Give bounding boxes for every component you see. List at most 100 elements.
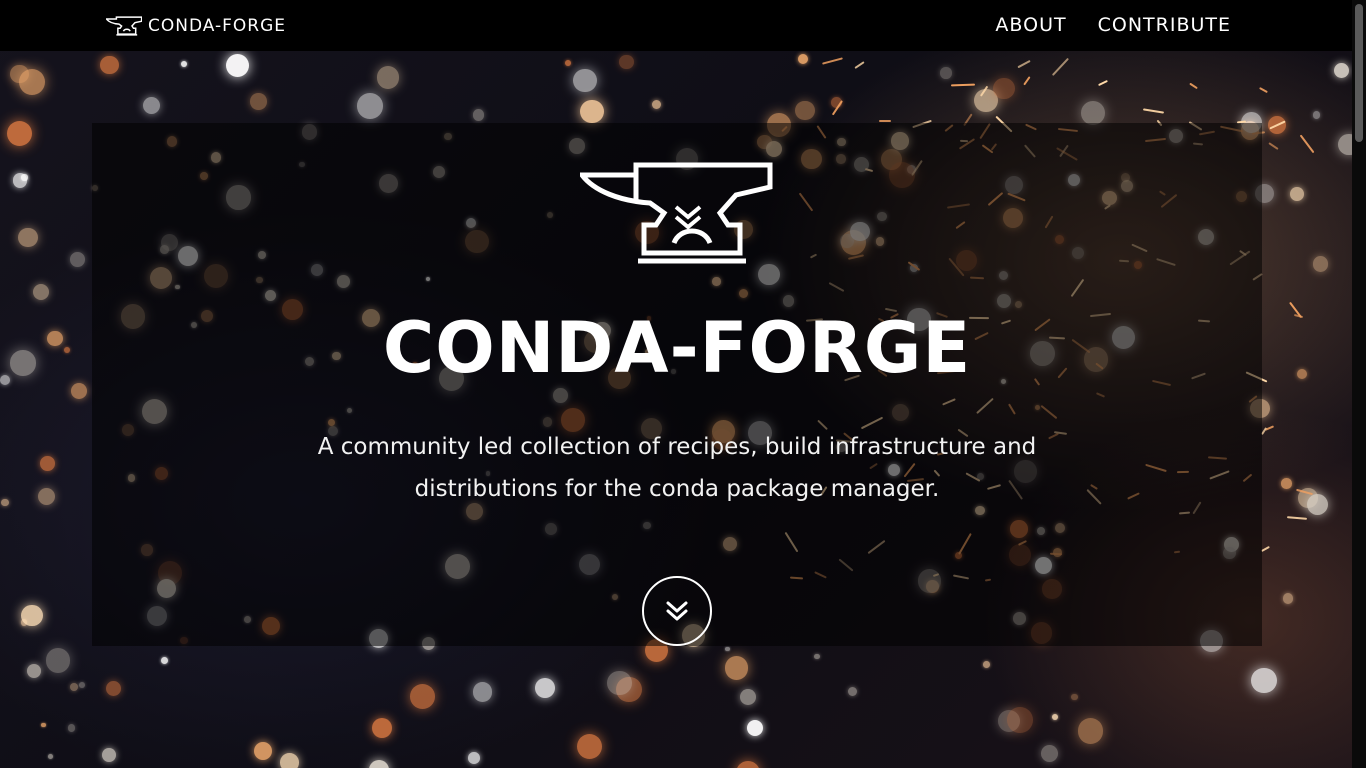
spark-streak — [854, 60, 866, 69]
bokeh-spark — [814, 653, 820, 660]
bokeh-spark — [1, 498, 9, 507]
bokeh-spark — [67, 724, 76, 733]
bokeh-spark — [468, 751, 480, 764]
anvil-icon — [106, 16, 142, 36]
bokeh-spark — [794, 100, 815, 121]
bokeh-spark — [79, 681, 86, 688]
bokeh-spark — [409, 684, 435, 710]
bokeh-spark — [1070, 693, 1078, 701]
bokeh-spark — [101, 748, 116, 763]
bokeh-spark — [6, 120, 33, 147]
hero-title: CONDA-FORGE — [382, 307, 972, 389]
bokeh-spark — [376, 66, 400, 89]
brand-label: CONDA-FORGE — [148, 16, 287, 36]
bokeh-spark — [1306, 494, 1328, 516]
spark-streak — [1299, 134, 1315, 154]
bokeh-spark — [19, 68, 46, 95]
bokeh-spark — [619, 54, 634, 70]
bokeh-spark — [576, 733, 603, 760]
bokeh-spark — [747, 720, 764, 737]
bokeh-spark — [47, 754, 53, 759]
bokeh-spark — [1290, 187, 1304, 202]
spark-streak — [1023, 76, 1031, 86]
bokeh-spark — [580, 100, 604, 124]
bokeh-spark — [357, 93, 383, 119]
scrollbar-thumb[interactable] — [1355, 4, 1363, 142]
bokeh-spark — [797, 54, 808, 65]
bokeh-spark — [1333, 63, 1349, 79]
bokeh-spark — [1251, 668, 1277, 694]
bokeh-spark — [535, 678, 556, 698]
bokeh-spark — [21, 604, 43, 627]
page-scrollbar[interactable] — [1352, 0, 1366, 768]
spark-streak — [950, 83, 975, 87]
double-chevron-down-icon — [666, 601, 688, 621]
spark-streak — [1142, 108, 1164, 114]
bokeh-spark — [724, 656, 749, 681]
bokeh-spark — [1040, 745, 1058, 762]
spark-streak — [1268, 141, 1279, 150]
bokeh-spark — [369, 759, 390, 768]
bokeh-spark — [1081, 100, 1105, 125]
bokeh-spark — [1280, 478, 1292, 490]
bokeh-spark — [32, 283, 49, 300]
bokeh-spark — [40, 722, 46, 728]
bokeh-spark — [847, 686, 857, 697]
bokeh-spark — [1312, 111, 1321, 119]
bokeh-spark — [142, 97, 160, 115]
spark-streak — [1259, 86, 1268, 93]
bokeh-spark — [37, 488, 55, 506]
bokeh-spark — [45, 648, 70, 673]
bokeh-spark — [607, 670, 632, 695]
bokeh-spark — [161, 657, 169, 665]
navbar: CONDA-FORGE ABOUT CONTRIBUTE — [0, 0, 1352, 51]
bokeh-spark — [725, 646, 730, 652]
bokeh-spark — [371, 718, 393, 739]
spark-streak — [879, 119, 892, 122]
hero-card: CONDA-FORGE A community led collection o… — [92, 123, 1262, 646]
nav-link-about[interactable]: ABOUT — [995, 14, 1066, 36]
bokeh-spark — [940, 67, 952, 79]
bokeh-spark — [993, 77, 1015, 100]
bokeh-spark — [0, 374, 11, 385]
bokeh-spark — [71, 383, 87, 400]
scroll-down-button[interactable] — [642, 576, 712, 646]
bokeh-spark — [983, 661, 991, 669]
bokeh-spark — [26, 664, 41, 679]
anvil-icon — [580, 162, 773, 264]
bokeh-spark — [735, 760, 760, 768]
bokeh-spark — [573, 68, 597, 92]
spark-streak — [822, 57, 844, 65]
bokeh-spark — [180, 61, 187, 68]
spark-streak — [1261, 546, 1271, 553]
bokeh-spark — [1296, 368, 1307, 379]
bokeh-spark — [39, 455, 55, 471]
bokeh-spark — [1078, 718, 1104, 744]
spark-streak — [1287, 516, 1308, 521]
bokeh-spark — [651, 99, 662, 110]
brand-link[interactable]: CONDA-FORGE — [106, 14, 286, 38]
bokeh-spark — [565, 60, 571, 67]
nav-link-contribute[interactable]: CONTRIBUTE — [1098, 14, 1231, 36]
bokeh-spark — [1051, 714, 1058, 721]
spark-streak — [1097, 80, 1108, 87]
bokeh-spark — [47, 330, 63, 346]
bokeh-spark — [472, 682, 492, 702]
bokeh-spark — [250, 93, 267, 110]
bokeh-spark — [106, 681, 122, 697]
bokeh-spark — [10, 350, 36, 376]
bokeh-spark — [70, 682, 79, 691]
bokeh-spark — [740, 688, 757, 705]
spark-streak — [1017, 59, 1032, 68]
bokeh-spark — [64, 347, 71, 354]
hero-subtitle: A community led collection of recipes, b… — [317, 434, 1037, 502]
spark-streak — [1052, 57, 1070, 76]
bokeh-spark — [254, 741, 273, 760]
bokeh-spark — [472, 109, 485, 121]
bokeh-spark — [280, 752, 300, 768]
bokeh-spark — [1282, 593, 1294, 604]
bokeh-spark — [1312, 256, 1329, 272]
bokeh-spark — [1007, 707, 1034, 733]
bokeh-spark — [18, 227, 38, 248]
bokeh-spark — [70, 252, 86, 268]
